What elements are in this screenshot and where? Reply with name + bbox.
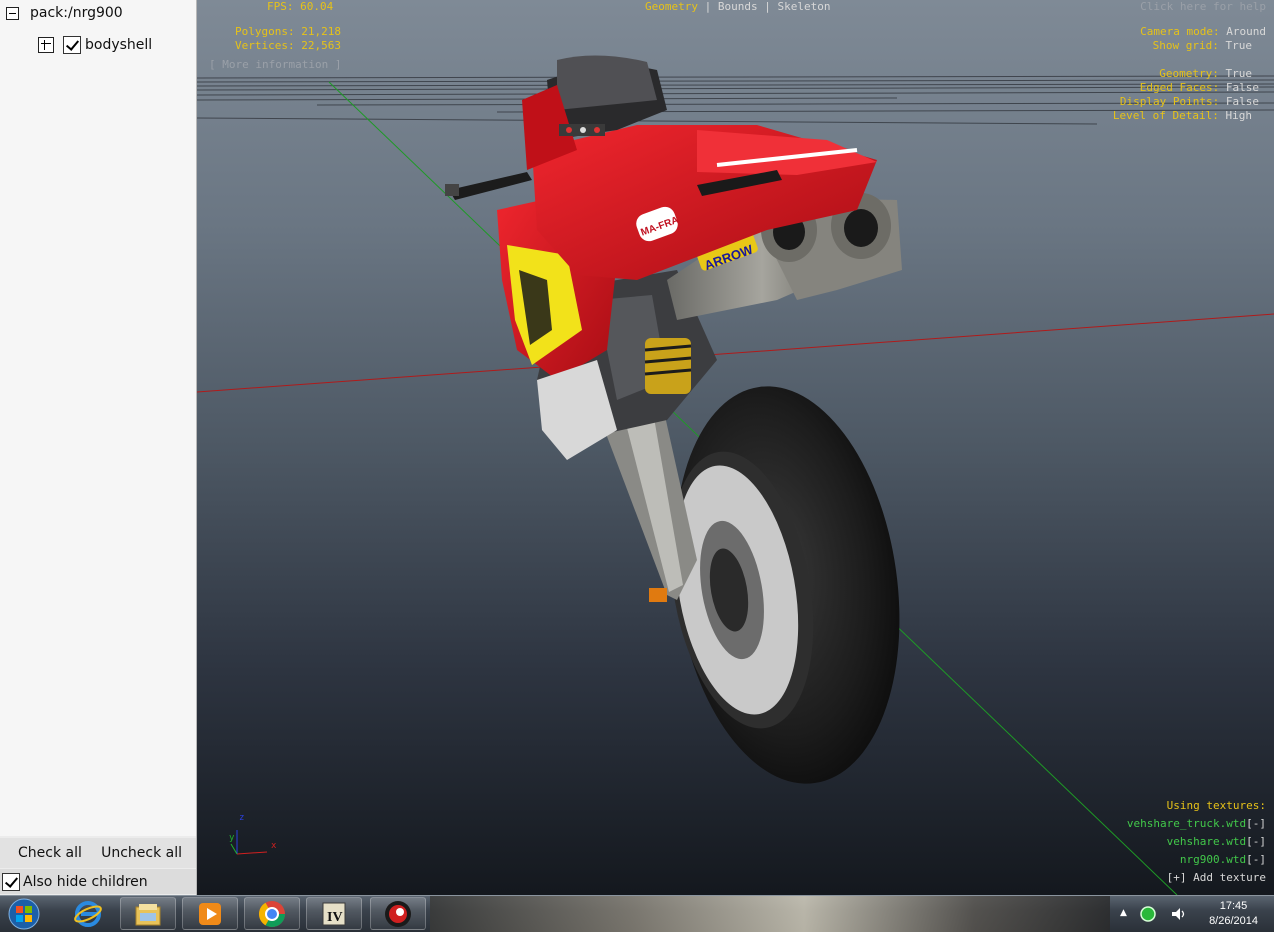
camera-mode-setting[interactable]: Camera mode: Around [1140, 25, 1266, 39]
edged-faces-label: Edged Faces: [1139, 81, 1220, 94]
model-tree: pack:/nrg900 bodyshell [0, 0, 196, 836]
show-grid-setting[interactable]: Show grid: True [1153, 39, 1252, 53]
display-points-value: False [1225, 95, 1259, 108]
also-hide-children-option[interactable]: Also hide children [0, 869, 196, 894]
also-hide-children-label: Also hide children [23, 873, 148, 890]
start-button[interactable] [4, 897, 44, 931]
chrome-icon [258, 900, 286, 927]
panel-buttons: Check all Uncheck all [0, 838, 196, 868]
geometry-setting[interactable]: Geometry: True [1159, 67, 1252, 81]
camera-mode-label: Camera mode: [1140, 25, 1220, 38]
also-hide-children-checkbox[interactable] [2, 872, 20, 891]
polygons-readout: Polygons: 21,218 [235, 25, 341, 39]
uncheck-all-button[interactable]: Uncheck all [101, 845, 196, 861]
collapse-icon[interactable] [6, 6, 19, 20]
axis-z-label: z [239, 813, 244, 823]
remove-texture-button[interactable]: [-] [1246, 835, 1266, 848]
media-player-icon [199, 902, 221, 925]
geometry-value: True [1225, 67, 1253, 80]
internet-explorer-button[interactable] [62, 897, 114, 930]
texture-row: nrg900.wtd[-] [1180, 853, 1266, 867]
volume-icon[interactable] [1170, 906, 1188, 922]
lod-label: Level of Detail: [1112, 109, 1219, 122]
chrome-button[interactable] [244, 897, 300, 930]
3d-viewport[interactable]: ARROW MA-FRA FPS: 60.04 Polygons: 21,218… [197, 0, 1274, 895]
system-tray: ▲ 17:45 8/26/2014 [1110, 896, 1274, 932]
taskbar-background [430, 896, 1110, 932]
openiv-icon [385, 900, 411, 927]
polygons-label: Polygons: [235, 25, 295, 38]
check-all-button[interactable]: Check all [0, 845, 96, 861]
tab-geometry[interactable]: Geometry [645, 0, 698, 13]
polygons-value: 21,218 [301, 25, 341, 38]
view-tabs: Geometry | Bounds | Skeleton [645, 0, 831, 13]
edged-faces-setting[interactable]: Edged Faces: False [1140, 81, 1259, 95]
svg-text:IV: IV [327, 910, 343, 925]
vertices-readout: Vertices: 22,563 [235, 39, 341, 53]
x-axis-line [197, 313, 1274, 393]
folder-icon [135, 903, 161, 925]
tree-node-root-label: pack:/nrg900 [30, 5, 123, 21]
gta-iv-icon: IV [322, 902, 346, 925]
gta-iv-button[interactable]: IV [306, 897, 362, 930]
clock-date: 8/26/2014 [1209, 915, 1258, 927]
tree-node-bodyshell[interactable]: bodyshell [38, 34, 152, 56]
openiv-button[interactable] [370, 897, 426, 930]
axis-y-label: y [229, 833, 235, 843]
texture-name[interactable]: nrg900.wtd [1180, 853, 1246, 866]
fps-value: 60.04 [300, 0, 334, 13]
using-textures-heading: Using textures: [1166, 799, 1266, 812]
tree-panel: pack:/nrg900 bodyshell Check all Uncheck… [0, 0, 197, 895]
show-grid-value: True [1225, 39, 1253, 52]
camera-mode-value: Around [1226, 25, 1266, 38]
axis-x-label: x [271, 841, 277, 851]
axis-gizmo: x z y [229, 813, 277, 855]
texture-name[interactable]: vehshare.wtd [1167, 835, 1246, 848]
clock[interactable]: 17:45 8/26/2014 [1209, 899, 1258, 929]
texture-row: vehshare.wtd[-] [1167, 835, 1266, 849]
fps-label: FPS: [267, 0, 294, 13]
add-texture-button[interactable]: [+] Add texture [1167, 871, 1266, 885]
lod-value: High [1225, 109, 1253, 122]
vertices-label: Vertices: [235, 39, 295, 52]
display-points-setting[interactable]: Display Points: False [1120, 95, 1259, 109]
geometry-label: Geometry: [1159, 67, 1219, 80]
expand-icon[interactable] [38, 37, 54, 53]
show-grid-label: Show grid: [1152, 39, 1219, 52]
remove-texture-button[interactable]: [-] [1246, 817, 1266, 830]
internet-explorer-icon [74, 900, 102, 927]
display-points-label: Display Points: [1119, 95, 1220, 108]
taskbar: IV ▲ 17:45 8/26/2014 [0, 895, 1274, 932]
remove-texture-button[interactable]: [-] [1246, 853, 1266, 866]
show-hidden-icons-icon[interactable]: ▲ [1120, 908, 1127, 918]
edged-faces-value: False [1225, 81, 1259, 94]
more-information-link[interactable]: [ More information ] [209, 58, 341, 72]
bodyshell-checkbox[interactable] [63, 36, 81, 54]
network-status-icon[interactable] [1140, 906, 1156, 922]
fps-readout: FPS: 60.04 [267, 0, 333, 14]
clock-time: 17:45 [1219, 900, 1248, 912]
texture-name[interactable]: vehshare_truck.wtd [1127, 817, 1246, 830]
tab-skeleton[interactable]: Skeleton [777, 0, 830, 13]
windows-explorer-button[interactable] [120, 897, 176, 930]
help-link[interactable]: Click here for help [1140, 0, 1266, 14]
motorcycle-render: ARROW MA-FRA [197, 55, 1274, 895]
windows-logo-icon [8, 898, 40, 930]
level-of-detail-setting[interactable]: Level of Detail: High [1113, 109, 1252, 123]
tree-node-bodyshell-label: bodyshell [85, 37, 153, 53]
media-player-button[interactable] [182, 897, 238, 930]
vertices-value: 22,563 [301, 39, 341, 52]
shock-absorber [644, 338, 692, 394]
tab-bounds[interactable]: Bounds [718, 0, 758, 13]
texture-row: vehshare_truck.wtd[-] [1127, 817, 1266, 831]
tree-node-root[interactable]: pack:/nrg900 [6, 2, 123, 24]
